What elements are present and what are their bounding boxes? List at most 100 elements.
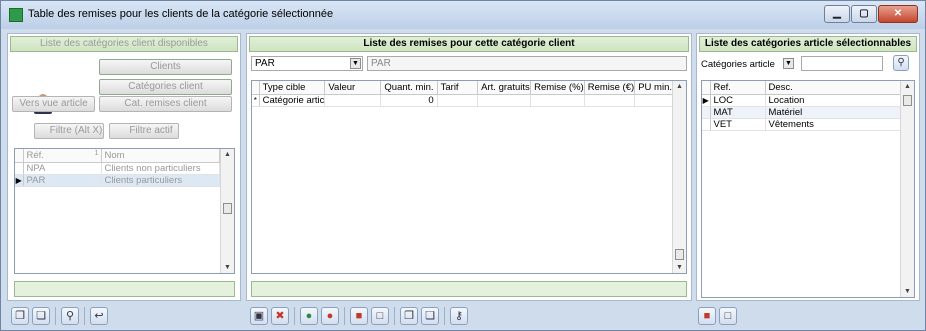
minimize-icon: ▁ — [833, 8, 841, 19]
scroll-up-icon[interactable]: ▲ — [901, 83, 914, 90]
cell-remise-pct[interactable] — [530, 94, 585, 107]
cell-type-cible[interactable]: Catégorie artic — [259, 94, 326, 107]
col-header-tarif[interactable]: Tarif — [437, 81, 479, 95]
chevron-down-icon[interactable]: ▼ — [350, 58, 361, 69]
current-row-marker: ▶ — [15, 174, 24, 187]
duplicate-icon[interactable]: ❐ — [400, 307, 418, 325]
grid-view-icon[interactable]: ■ — [698, 307, 716, 325]
col-header-quant-min[interactable]: Quant. min. — [380, 81, 438, 95]
right-panel: Liste des catégories article sélectionna… — [696, 33, 920, 301]
filter-active-button[interactable]: Filtre actif — [109, 123, 179, 139]
table-row[interactable]: ▶ PAR Clients particuliers — [15, 174, 220, 187]
cell-pu-min[interactable] — [634, 94, 673, 107]
middle-panel-header: Liste des remises pour cette catégorie c… — [249, 36, 689, 52]
col-header-ref[interactable]: Ref. — [710, 81, 766, 95]
left-panel: Liste des catégories client disponibles … — [7, 33, 241, 301]
vertical-scrollbar[interactable]: ▲ ▼ — [900, 81, 914, 297]
left-toolbar: ❐ ❏ ⚲ ↩ — [11, 304, 108, 328]
vers-vue-article-button[interactable]: Vers vue article — [12, 96, 95, 112]
vertical-scrollbar[interactable]: ▲ ▼ — [220, 149, 234, 273]
cell-ref: LOC — [710, 94, 766, 107]
form-view-icon[interactable]: □ — [719, 307, 737, 325]
vertical-scrollbar[interactable]: ▲ ▼ — [672, 81, 686, 273]
cell-ref: MAT — [710, 106, 766, 119]
minimize-button[interactable]: ▁ — [824, 5, 850, 23]
app-icon — [9, 8, 23, 22]
right-panel-header: Liste des catégories article sélectionna… — [699, 36, 917, 52]
key-icon[interactable]: ⚷ — [450, 307, 468, 325]
table-row[interactable]: ▶ LOC Location — [702, 94, 901, 107]
current-row-marker: ▶ — [702, 94, 711, 107]
scroll-thumb[interactable] — [903, 95, 912, 106]
middle-status-field — [251, 281, 687, 297]
client-categories-grid: Réf. 1 Nom NPA Clients non particuliers ▶… — [14, 148, 235, 274]
maximize-button[interactable]: ▢ — [851, 5, 877, 23]
left-status-field — [14, 281, 235, 297]
cell-valeur[interactable] — [324, 94, 382, 107]
copy-icon[interactable]: ❐ — [11, 307, 29, 325]
window-title: Table des remises pour les clients de la… — [28, 8, 334, 20]
left-panel-header: Liste des catégories client disponibles — [10, 36, 238, 52]
title-bar: Table des remises pour les clients de la… — [1, 1, 925, 29]
categories-client-button[interactable]: Catégories client — [99, 79, 232, 95]
cat-remises-client-button[interactable]: Cat. remises client — [99, 96, 232, 112]
add-icon[interactable]: ● — [300, 307, 318, 325]
cell-ref: NPA — [23, 162, 102, 175]
new-row-marker: * — [252, 94, 260, 107]
remove-icon[interactable]: ● — [321, 307, 339, 325]
col-header-valeur[interactable]: Valeur — [324, 81, 382, 95]
scroll-up-icon[interactable]: ▲ — [673, 83, 686, 90]
right-toolbar: ■ □ — [698, 304, 737, 328]
clients-button[interactable]: Clients — [99, 59, 232, 75]
form-view-icon[interactable]: □ — [371, 307, 389, 325]
scroll-thumb[interactable] — [675, 249, 684, 260]
save-icon[interactable]: ▣ — [250, 307, 268, 325]
cell-quant-min[interactable]: 0 — [380, 94, 438, 107]
cell-art-gratuits[interactable] — [477, 94, 532, 107]
window: Table des remises pour les clients de la… — [0, 0, 926, 331]
scroll-thumb[interactable] — [223, 203, 232, 214]
scroll-up-icon[interactable]: ▲ — [221, 151, 234, 158]
link-icon[interactable]: ↩ — [90, 307, 108, 325]
search-icon[interactable]: ⚲ — [893, 55, 909, 71]
copy-records-icon[interactable]: ❏ — [421, 307, 439, 325]
scroll-down-icon[interactable]: ▼ — [221, 264, 234, 271]
table-row[interactable]: VET Vêtements — [702, 118, 901, 131]
col-header-remise-pct[interactable]: Remise (%) — [530, 81, 585, 95]
col-header-type-cible[interactable]: Type cible — [259, 81, 326, 95]
cell-remise-eur[interactable] — [584, 94, 636, 107]
grid-view-icon[interactable]: ■ — [350, 307, 368, 325]
cancel-icon[interactable]: ✖ — [271, 307, 289, 325]
col-header-ref[interactable]: Réf. 1 — [23, 149, 102, 163]
sort-indicator: 1 — [94, 149, 99, 157]
discounts-grid: Type cible Valeur Quant. min. Tarif Art.… — [251, 80, 687, 274]
paste-icon[interactable]: ❏ — [32, 307, 50, 325]
search-input[interactable] — [801, 56, 883, 71]
scroll-down-icon[interactable]: ▼ — [901, 288, 914, 295]
scroll-down-icon[interactable]: ▼ — [673, 264, 686, 271]
close-icon: ✕ — [893, 8, 903, 19]
cell-tarif[interactable] — [437, 94, 479, 107]
col-header-desc[interactable]: Desc. — [765, 81, 901, 95]
cell-desc: Vêtements — [765, 118, 901, 131]
cell-ref: VET — [710, 118, 766, 131]
col-header-art-gratuits[interactable]: Art. gratuits — [477, 81, 532, 95]
category-label-field: PAR — [367, 56, 687, 71]
table-row-new[interactable]: * Catégorie artic 0 — [252, 94, 673, 107]
category-select[interactable]: PAR ▼ — [251, 56, 363, 71]
pin-icon[interactable]: ⚲ — [61, 307, 79, 325]
col-header-nom[interactable]: Nom — [101, 149, 220, 163]
table-row[interactable]: NPA Clients non particuliers — [15, 162, 220, 175]
cell-ref: PAR — [23, 174, 102, 187]
col-header-pu-min[interactable]: PU min. — [634, 81, 673, 95]
cell-desc: Location — [765, 94, 901, 107]
col-header-remise-eur[interactable]: Remise (€) — [584, 81, 636, 95]
filter-button[interactable]: Filtre (Alt X) — [34, 123, 104, 139]
close-button[interactable]: ✕ — [878, 5, 918, 23]
maximize-icon: ▢ — [859, 8, 869, 19]
article-categories-label: Catégories article — [701, 59, 775, 70]
table-row[interactable]: MAT Matériel — [702, 106, 901, 119]
cell-nom: Clients particuliers — [101, 174, 220, 187]
chevron-down-icon[interactable]: ▼ — [783, 58, 794, 69]
article-categories-grid: Ref. Desc. ▶ LOC Location MAT Matériel V… — [701, 80, 915, 298]
